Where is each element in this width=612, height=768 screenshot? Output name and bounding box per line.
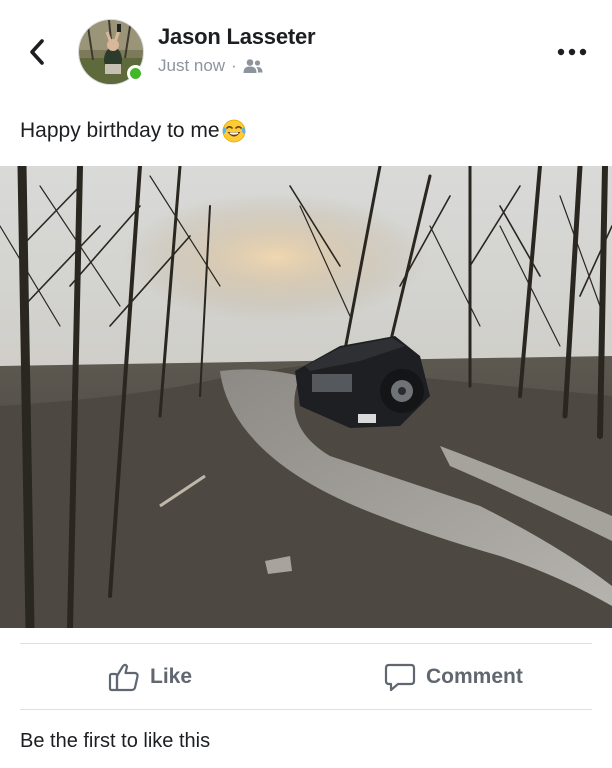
comment-label: Comment: [426, 665, 523, 688]
post-photo[interactable]: [0, 166, 612, 628]
thumbs-up-icon: [108, 663, 139, 692]
post-photo-image: [0, 166, 612, 628]
author-name[interactable]: Jason Lasseter: [158, 24, 316, 50]
post-actions: Like Comment: [0, 648, 612, 706]
post-text: Happy birthday to me: [20, 118, 247, 144]
post-timestamp[interactable]: Just now: [158, 56, 225, 76]
divider: [20, 643, 592, 644]
comment-button[interactable]: Comment: [384, 658, 523, 696]
meta-separator: ·: [231, 56, 237, 75]
like-button[interactable]: Like: [108, 658, 192, 696]
post-header: Jason Lasseter Just now ·: [0, 0, 612, 105]
chevron-left-icon: [30, 39, 44, 65]
friends-icon[interactable]: [243, 58, 263, 74]
divider: [20, 709, 592, 710]
more-options-button[interactable]: [554, 40, 590, 64]
post-meta: Just now ·: [158, 56, 263, 76]
avatar[interactable]: [78, 19, 144, 85]
likes-summary: Be the first to like this: [20, 730, 211, 752]
tears-of-joy-emoji-icon: [222, 119, 246, 143]
online-status-dot: [127, 65, 144, 82]
like-label: Like: [150, 665, 193, 688]
comment-bubble-icon: [384, 663, 416, 692]
back-button[interactable]: [22, 34, 52, 70]
post-message: Happy birthday to me: [20, 119, 220, 142]
more-horizontal-icon: [557, 48, 587, 56]
